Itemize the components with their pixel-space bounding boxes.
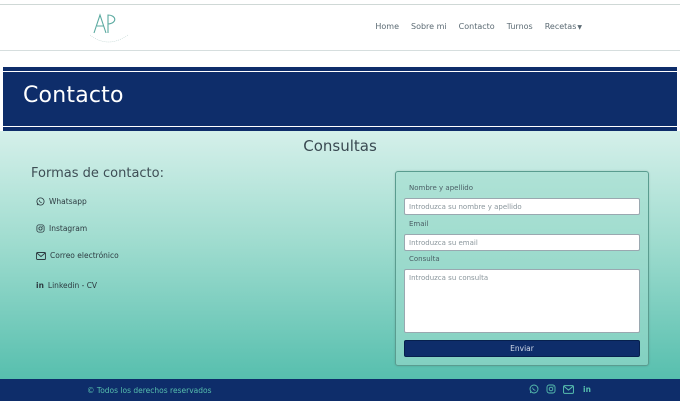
linkedin-icon: in	[36, 281, 44, 290]
nav-contacto[interactable]: Contacto	[459, 22, 495, 31]
whatsapp-icon[interactable]	[529, 384, 539, 394]
contact-methods-heading: Formas de contacto:	[31, 166, 164, 181]
contact-instagram[interactable]: Instagram	[36, 224, 87, 233]
hero-bottom-rule	[3, 126, 677, 127]
name-label: Nombre y apellido	[409, 184, 474, 192]
logo-mark-icon	[89, 13, 129, 43]
consulta-label: Consulta	[409, 255, 440, 263]
consultas-heading: Consultas	[303, 137, 377, 155]
contact-linkedin[interactable]: in Linkedin - CV	[36, 281, 97, 290]
contact-instagram-label: Instagram	[49, 224, 88, 233]
consulta-textarea[interactable]	[404, 269, 640, 333]
instagram-icon	[36, 224, 45, 233]
copyright-text: © Todos los derechos reservados	[87, 386, 212, 395]
envelope-icon	[36, 251, 46, 260]
contact-linkedin-label: Linkedin - CV	[47, 281, 98, 290]
contact-email[interactable]: Correo electrónico	[36, 251, 119, 260]
nav-sobre-mi[interactable]: Sobre mi	[411, 22, 447, 31]
linkedin-icon[interactable]: in	[583, 385, 591, 394]
nav-turnos[interactable]: Turnos	[507, 22, 533, 31]
nav-recetas-dropdown[interactable]: Recetas▼	[545, 22, 582, 31]
main-nav: Home Sobre mi Contacto Turnos Recetas▼	[363, 22, 582, 31]
instagram-icon[interactable]	[546, 384, 556, 394]
footer-social-icons: in	[529, 384, 591, 394]
hero-top-rule	[3, 71, 677, 72]
nav-home[interactable]: Home	[375, 22, 399, 31]
envelope-icon[interactable]	[563, 384, 574, 394]
navbar: Home Sobre mi Contacto Turnos Recetas▼	[0, 5, 680, 51]
footer: © Todos los derechos reservados in	[0, 379, 680, 401]
logo[interactable]	[86, 9, 132, 49]
whatsapp-icon	[36, 197, 45, 206]
nav-recetas-label: Recetas	[544, 22, 577, 31]
main-content: Consultas Formas de contacto: Whatsapp I…	[0, 131, 680, 379]
contact-whatsapp[interactable]: Whatsapp	[36, 197, 87, 206]
page-title: Contacto	[23, 83, 124, 108]
contact-whatsapp-label: Whatsapp	[49, 197, 87, 206]
name-input[interactable]	[404, 198, 640, 215]
hero-banner: Contacto	[3, 67, 677, 131]
submit-button[interactable]: Enviar	[404, 340, 640, 357]
email-label: Email	[409, 220, 429, 228]
caret-down-icon: ▼	[577, 24, 582, 31]
contact-form: Nombre y apellido Email Consulta Enviar	[395, 171, 649, 366]
email-input[interactable]	[404, 234, 640, 251]
contact-email-label: Correo electrónico	[50, 251, 119, 260]
